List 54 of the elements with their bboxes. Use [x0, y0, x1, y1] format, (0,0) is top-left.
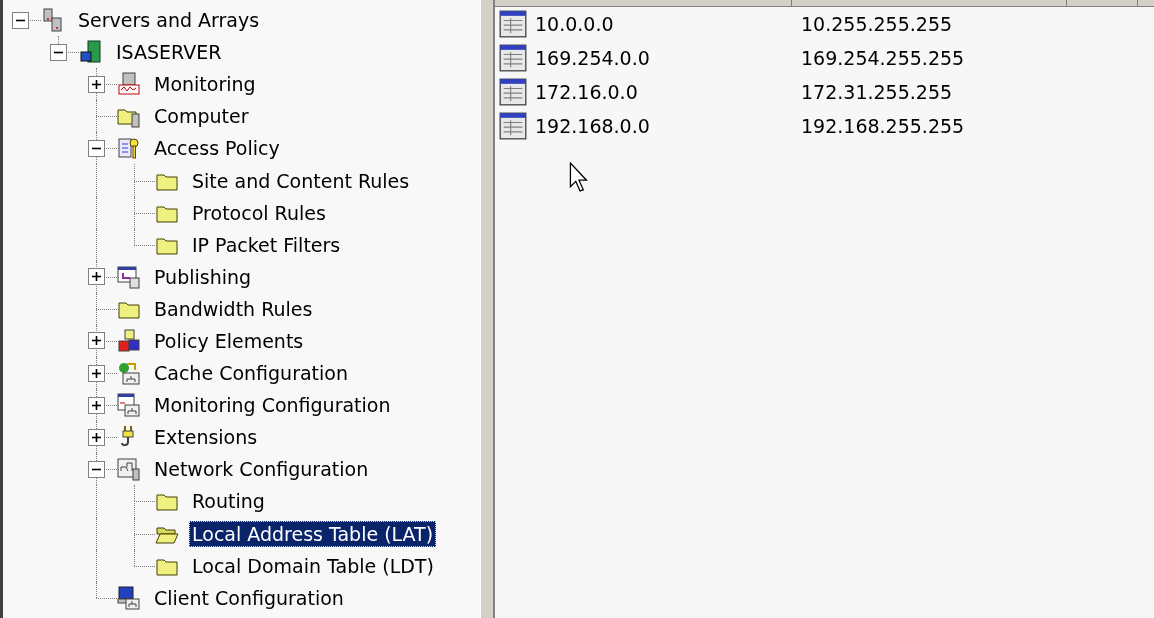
table-icon: [499, 112, 527, 140]
tree-item[interactable]: Computer: [151, 103, 252, 130]
cache-icon: [117, 361, 141, 386]
monitor-icon: [117, 72, 141, 97]
tree-item[interactable]: Publishing: [151, 263, 255, 290]
table-cell: 192.168.255.255: [801, 115, 965, 137]
expander-icon[interactable]: [88, 364, 105, 382]
tree-item[interactable]: ISASERVER: [113, 39, 225, 66]
tree-item[interactable]: Bandwidth Rules: [151, 295, 316, 322]
window-network-icon: [117, 393, 141, 418]
network-icon: [117, 457, 141, 482]
table-cell-text: 192.168.0.0: [534, 115, 651, 137]
expander-icon[interactable]: [88, 428, 105, 446]
tree-item[interactable]: Protocol Rules: [189, 199, 329, 226]
tree-item[interactable]: IP Packet Filters: [189, 231, 344, 258]
tree-item[interactable]: Monitoring: [151, 71, 259, 98]
table-cell: 10.255.255.255: [801, 13, 953, 35]
tree-item[interactable]: Policy Elements: [151, 328, 307, 354]
tree-item[interactable]: Extensions: [151, 424, 261, 451]
expander-icon[interactable]: [88, 332, 105, 350]
expander-icon[interactable]: [88, 139, 105, 157]
tree-item[interactable]: Servers and Arrays: [75, 7, 263, 34]
cubes-icon: [117, 329, 141, 353]
expander-icon[interactable]: [88, 460, 105, 478]
server-icon: [79, 40, 103, 65]
table-cell: 172.31.255.255: [801, 81, 953, 103]
servers-icon: [41, 8, 65, 33]
computer-icon: [117, 585, 141, 610]
table-icon: [499, 44, 527, 72]
tree-item[interactable]: Cache Configuration: [151, 360, 351, 387]
tree-item[interactable]: Routing: [189, 488, 268, 515]
tree-item[interactable]: Local Domain Table (LDT): [189, 552, 437, 579]
tree-item[interactable]: Site and Content Rules: [189, 167, 413, 194]
table-cell-text: 172.16.0.0: [534, 81, 639, 103]
table-cell: 169.254.255.255: [801, 47, 965, 69]
key-icon: [117, 136, 141, 161]
tree-item[interactable]: Network Configuration: [151, 456, 372, 483]
window-arrow-icon: [117, 264, 141, 289]
column-header[interactable]: [495, 0, 1154, 7]
table-icon: [499, 10, 527, 38]
expander-icon[interactable]: [88, 396, 105, 414]
table-cell-text: 169.254.0.0: [534, 47, 651, 69]
expander-icon[interactable]: [88, 75, 105, 93]
pointer-icon: [569, 162, 589, 192]
tree-item[interactable]: Local Address Table (LAT): [189, 520, 437, 547]
tree-item[interactable]: Access Policy: [151, 135, 283, 162]
table-icon: [499, 78, 527, 106]
expander-icon[interactable]: [88, 268, 105, 286]
tree-item[interactable]: Client Configuration: [151, 584, 347, 611]
expander-icon[interactable]: [12, 11, 29, 29]
expander-icon[interactable]: [50, 43, 67, 61]
table-cell-text: 10.0.0.0: [534, 13, 615, 35]
tree-item[interactable]: Monitoring Configuration: [151, 392, 394, 419]
pane-splitter[interactable]: [480, 0, 495, 618]
